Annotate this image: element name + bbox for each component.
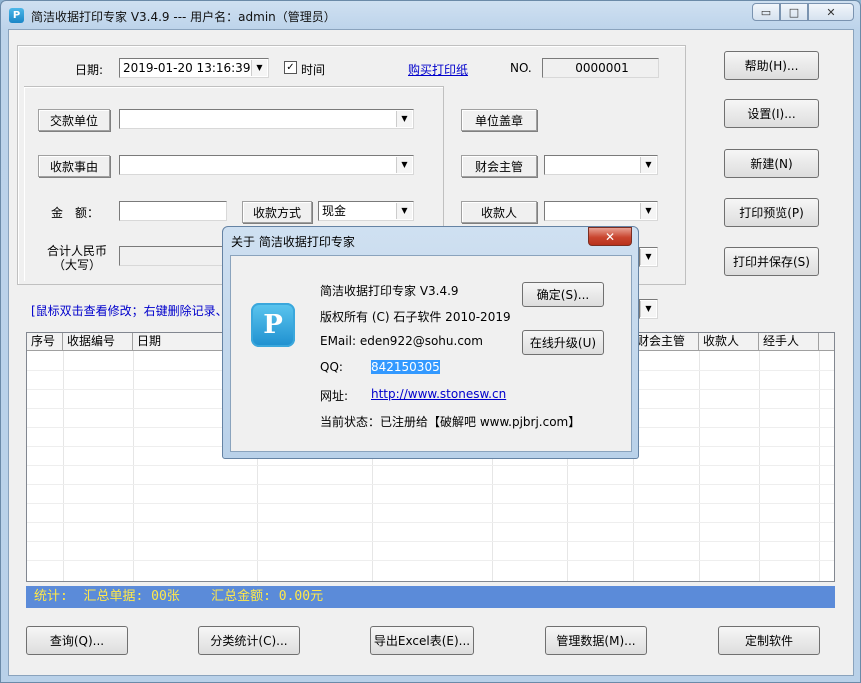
- payment-method-combo[interactable]: 现金 ▼: [318, 201, 414, 221]
- chevron-down-icon: ▼: [396, 203, 412, 219]
- reason-button[interactable]: 收款事由: [38, 155, 110, 177]
- date-label: 日期:: [75, 63, 104, 77]
- column-header-handler[interactable]: 经手人: [759, 333, 819, 351]
- stats-amount: 汇总金额: 0.00元: [211, 589, 324, 604]
- stats-count: 汇总单据: 00张: [83, 589, 180, 604]
- column-header-filler: [819, 333, 834, 351]
- buy-paper-link[interactable]: 购买打印纸: [408, 61, 468, 78]
- about-upgrade-button[interactable]: 在线升级(U): [522, 330, 604, 355]
- grid-line: [27, 522, 834, 523]
- grid-line: [759, 351, 760, 581]
- grid-line: [819, 351, 820, 581]
- checkmark-icon: ✓: [286, 62, 295, 73]
- payee-combo[interactable]: ▼: [544, 201, 658, 221]
- date-picker[interactable]: 2019-01-20 13:16:39 ▼: [119, 58, 269, 78]
- column-header-index[interactable]: 序号: [27, 333, 63, 351]
- new-button[interactable]: 新建(N): [724, 149, 819, 178]
- about-ok-button[interactable]: 确定(S)...: [522, 282, 604, 307]
- chevron-down-icon: ▼: [251, 60, 267, 76]
- payment-method-button[interactable]: 收款方式: [242, 201, 312, 223]
- maximize-icon: □: [788, 5, 800, 19]
- amount-input[interactable]: [119, 201, 227, 221]
- app-logo-icon: P: [251, 303, 295, 347]
- accountant-button[interactable]: 财会主管: [461, 155, 537, 177]
- chevron-down-icon: ▼: [640, 301, 656, 317]
- amount-label: 金 额：: [51, 206, 100, 220]
- rmb-uppercase-field: [119, 246, 224, 266]
- stats-label: 统计:: [34, 589, 68, 604]
- reason-combo[interactable]: ▼: [119, 155, 414, 175]
- minimize-button[interactable]: ▭: [752, 3, 780, 21]
- time-checkbox-label: 时间: [301, 63, 326, 77]
- chevron-down-icon: ▼: [640, 249, 656, 265]
- maximize-button[interactable]: □: [780, 3, 808, 21]
- about-email: EMail: eden922@sohu.com: [320, 334, 483, 348]
- column-header-payee[interactable]: 收款人: [699, 333, 759, 351]
- logo-letter: P: [263, 310, 283, 340]
- about-dialog: 关于 简洁收据打印专家 ✕ P 简洁收据打印专家 V3.4.9 版权所有 (C)…: [222, 226, 639, 459]
- app-icon: P: [9, 8, 24, 23]
- date-value: 2019-01-20 13:16:39: [123, 61, 251, 75]
- close-icon: ✕: [604, 229, 616, 244]
- grid-line: [27, 465, 834, 466]
- close-icon: ✕: [826, 5, 836, 19]
- chevron-down-icon: ▼: [640, 203, 656, 219]
- seal-button[interactable]: 单位盖章: [461, 109, 537, 131]
- grid-line: [27, 503, 834, 504]
- chevron-down-icon: ▼: [396, 157, 412, 173]
- column-header-receipt-no[interactable]: 收据编号: [63, 333, 133, 351]
- close-button[interactable]: ✕: [808, 3, 854, 21]
- grid-line: [699, 351, 700, 581]
- stats-bar: 统计: 汇总单据: 00张 汇总金额: 0.00元: [26, 586, 835, 608]
- grid-line: [27, 560, 834, 561]
- window-title: 简洁收据打印专家 V3.4.9 --- 用户名：admin（管理员）: [31, 10, 336, 24]
- dialog-close-button[interactable]: ✕: [588, 227, 632, 246]
- about-site-label: 网址:: [320, 389, 349, 403]
- settings-button[interactable]: 设置(I)...: [724, 99, 819, 128]
- minimize-icon: ▭: [760, 5, 772, 19]
- filter-combo[interactable]: ▼: [639, 299, 658, 319]
- chevron-down-icon: ▼: [640, 157, 656, 173]
- print-and-save-button[interactable]: 打印并保存(S): [724, 247, 819, 276]
- about-qq-label: QQ:: [320, 360, 343, 374]
- query-button[interactable]: 查询(Q)...: [26, 626, 128, 655]
- about-status: 当前状态：已注册给【破解吧 www.pjbrj.com】: [320, 415, 581, 429]
- handler-combo[interactable]: ▼: [639, 247, 658, 267]
- payment-method-value: 现金: [322, 204, 347, 218]
- category-stats-button[interactable]: 分类统计(C)...: [198, 626, 300, 655]
- time-checkbox[interactable]: ✓: [284, 61, 297, 74]
- column-header-accountant[interactable]: 财会主管: [633, 333, 699, 351]
- no-label: NO.: [510, 61, 532, 75]
- manage-data-button[interactable]: 管理数据(M)...: [545, 626, 647, 655]
- payee-button[interactable]: 收款人: [461, 201, 537, 223]
- about-app-name: 简洁收据打印专家 V3.4.9: [320, 284, 459, 298]
- payer-combo[interactable]: ▼: [119, 109, 414, 129]
- custom-software-button[interactable]: 定制软件: [718, 626, 820, 655]
- rmb-label-line2: （大写）: [53, 258, 102, 272]
- accountant-combo[interactable]: ▼: [544, 155, 658, 175]
- about-copyright: 版权所有 (C) 石子软件 2010-2019: [320, 310, 511, 324]
- about-site-link[interactable]: http://www.stonesw.cn: [371, 387, 506, 401]
- title-bar[interactable]: P 简洁收据打印专家 V3.4.9 --- 用户名：admin（管理员） ▭ □…: [1, 1, 860, 29]
- help-button[interactable]: 帮助(H)...: [724, 51, 819, 80]
- grid-line: [27, 484, 834, 485]
- grid-line: [133, 351, 134, 581]
- about-dialog-title: 关于 简洁收据打印专家: [231, 235, 355, 249]
- chevron-down-icon: ▼: [396, 111, 412, 127]
- about-dialog-body: P 简洁收据打印专家 V3.4.9 版权所有 (C) 石子软件 2010-201…: [230, 255, 632, 452]
- grid-line: [27, 541, 834, 542]
- receipt-no-field: 0000001: [542, 58, 659, 78]
- print-preview-button[interactable]: 打印预览(P): [724, 198, 819, 227]
- about-qq-value[interactable]: 842150305: [371, 360, 440, 374]
- grid-line: [63, 351, 64, 581]
- hint-text: [鼠标双击查看修改；右键删除记录、: [31, 304, 228, 318]
- payer-button[interactable]: 交款单位: [38, 109, 110, 131]
- export-excel-button[interactable]: 导出Excel表(E)...: [370, 626, 474, 655]
